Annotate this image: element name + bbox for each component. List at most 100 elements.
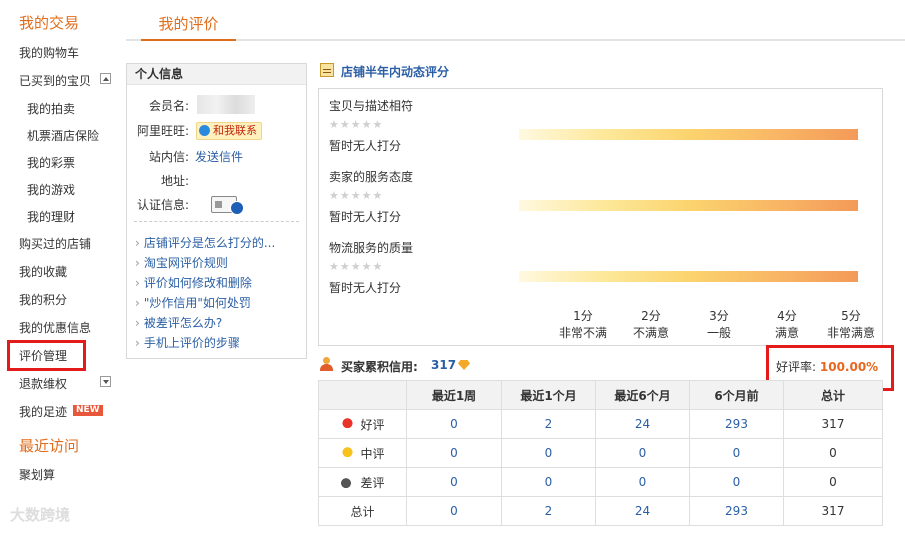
faq-link[interactable]: 被差评怎么办? xyxy=(135,314,222,331)
rating-status: 暂时无人打分 xyxy=(329,281,402,295)
table-cell: 0 xyxy=(783,438,883,468)
table-cell-link[interactable]: 0 xyxy=(689,467,784,497)
table-row: 好评 0 2 24 293 317 xyxy=(318,409,883,439)
table-cell: 317 xyxy=(783,496,883,526)
table-row: 差评 0 0 0 0 0 xyxy=(318,467,883,497)
sidebar-item-coupons[interactable]: 我的优惠信息 xyxy=(19,319,91,336)
certification-icon[interactable] xyxy=(211,196,244,215)
scale-text: 非常满意 xyxy=(826,326,875,340)
table-row: 总计 0 2 24 293 317 xyxy=(318,496,883,526)
good-rate: 好评率: 100.00% xyxy=(776,360,879,374)
table-cell-link[interactable]: 2 xyxy=(501,409,596,439)
buyer-credit-label: 买家累积信用: xyxy=(341,360,418,374)
divider xyxy=(134,221,299,222)
scale-text: 不满意 xyxy=(632,326,669,340)
shop-rating-panel: 宝贝与描述相符 ★★★★★ 暂时无人打分 卖家的服务态度 ★★★★★ 暂时无人打… xyxy=(318,88,883,346)
faq-link[interactable]: 评价如何修改和删除 xyxy=(135,274,252,291)
rating-bar xyxy=(519,271,858,282)
faq-link[interactable]: "炒作信用"如何处罚 xyxy=(135,294,251,311)
bad-review-icon xyxy=(340,475,356,489)
sidebar-item-refunds[interactable]: 退款维权 xyxy=(19,375,67,392)
table-cell: 0 xyxy=(783,467,883,497)
sidebar: 我的交易 我的购物车 已买到的宝贝 我的拍卖 机票酒店保险 我的彩票 我的游戏 … xyxy=(0,0,118,533)
scale-score: 2分 xyxy=(641,309,661,323)
rating-stars: ★★★★★ xyxy=(329,260,384,273)
row-label: 差评 xyxy=(318,467,407,497)
faq-link[interactable]: 淘宝网评价规则 xyxy=(135,254,228,271)
rating-label: 宝贝与描述相符 xyxy=(329,99,414,113)
scale-text: 满意 xyxy=(774,326,799,340)
rating-status: 暂时无人打分 xyxy=(329,139,402,153)
cert-label: 认证信息: xyxy=(136,198,189,212)
faq-link[interactable]: 店铺评分是怎么打分的... xyxy=(135,234,275,251)
scale-text: 非常不满 xyxy=(558,326,607,340)
column-header: 总计 xyxy=(783,380,883,410)
sidebar-item-finance[interactable]: 我的理财 xyxy=(27,208,75,225)
rating-bar xyxy=(519,129,858,140)
rating-stars: ★★★★★ xyxy=(329,189,384,202)
new-badge: NEW xyxy=(73,405,103,416)
sidebar-item-cart[interactable]: 我的购物车 xyxy=(19,44,79,61)
sidebar-section-my-trade: 我的交易 xyxy=(19,14,80,32)
buyer-icon xyxy=(320,357,333,371)
rating-label: 物流服务的质量 xyxy=(329,241,414,255)
scale-score: 5分 xyxy=(841,309,861,323)
table-cell-link[interactable]: 0 xyxy=(501,467,596,497)
rating-bar xyxy=(519,200,858,211)
table-cell-link[interactable]: 0 xyxy=(406,438,502,468)
rating-stars: ★★★★★ xyxy=(329,118,384,131)
sidebar-item-bought[interactable]: 已买到的宝贝 xyxy=(19,72,91,89)
member-label: 会员名: xyxy=(148,99,189,113)
scale-score: 4分 xyxy=(777,309,797,323)
table-cell-link[interactable]: 293 xyxy=(689,496,784,526)
member-name-blurred xyxy=(197,95,255,114)
column-header xyxy=(318,380,407,410)
expand-icon[interactable] xyxy=(100,376,111,387)
table-cell-link[interactable]: 24 xyxy=(595,409,690,439)
row-label: 好评 xyxy=(318,409,407,439)
sidebar-item-lottery[interactable]: 我的彩票 xyxy=(27,154,75,171)
address-label: 地址: xyxy=(160,174,189,188)
rating-label: 卖家的服务态度 xyxy=(329,170,414,184)
buyer-credit-score: 317 xyxy=(431,358,457,372)
table-cell-link[interactable]: 2 xyxy=(501,496,596,526)
table-cell-link[interactable]: 0 xyxy=(501,438,596,468)
sidebar-item-games[interactable]: 我的游戏 xyxy=(27,181,75,198)
wangwang-icon xyxy=(199,125,210,136)
faq-link[interactable]: 手机上评价的步骤 xyxy=(135,334,240,351)
column-header: 6个月前 xyxy=(689,380,784,410)
scale-score: 1分 xyxy=(573,309,593,323)
highlight-box xyxy=(7,340,86,371)
flower-yellow-icon xyxy=(340,446,356,460)
send-message-link[interactable]: 发送信件 xyxy=(195,148,243,165)
diamond-icon xyxy=(458,360,470,370)
table-cell-link[interactable]: 24 xyxy=(595,496,690,526)
personal-info-panel: 个人信息 会员名: 阿里旺旺: 和我联系 站内信: 发送信件 地址: 认证信息:… xyxy=(126,63,307,359)
wangwang-label: 阿里旺旺: xyxy=(136,124,189,138)
credit-table: 最近1周 最近1个月 最近6个月 6个月前 总计 好评 0 2 24 293 3… xyxy=(318,380,883,526)
sidebar-item-footprint[interactable]: 我的足迹 xyxy=(19,403,67,420)
table-cell-link[interactable]: 0 xyxy=(406,409,502,439)
tab-bar xyxy=(126,39,905,41)
table-cell: 317 xyxy=(783,409,883,439)
table-cell-link[interactable]: 0 xyxy=(595,438,690,468)
sidebar-item-points[interactable]: 我的积分 xyxy=(19,291,67,308)
sidebar-item-travel[interactable]: 机票酒店保险 xyxy=(27,127,99,144)
table-cell-link[interactable]: 0 xyxy=(406,467,502,497)
collapse-icon[interactable] xyxy=(100,73,111,84)
table-cell-link[interactable]: 0 xyxy=(689,438,784,468)
sidebar-item-favorites[interactable]: 我的收藏 xyxy=(19,263,67,280)
flower-red-icon xyxy=(340,417,356,431)
sidebar-item-shops[interactable]: 购买过的店铺 xyxy=(19,235,91,252)
table-header-row: 最近1周 最近1个月 最近6个月 6个月前 总计 xyxy=(318,380,883,410)
table-cell-link[interactable]: 0 xyxy=(406,496,502,526)
table-cell-link[interactable]: 0 xyxy=(595,467,690,497)
column-header: 最近1周 xyxy=(406,380,502,410)
sidebar-item-juhuasuan[interactable]: 聚划算 xyxy=(19,466,55,483)
sidebar-item-auction[interactable]: 我的拍卖 xyxy=(27,100,75,117)
tab-my-reviews[interactable]: 我的评价 xyxy=(141,13,236,41)
table-cell-link[interactable]: 293 xyxy=(689,409,784,439)
contact-me-button[interactable]: 和我联系 xyxy=(196,122,262,140)
personal-info-title: 个人信息 xyxy=(127,64,306,85)
scale-score: 3分 xyxy=(709,309,729,323)
